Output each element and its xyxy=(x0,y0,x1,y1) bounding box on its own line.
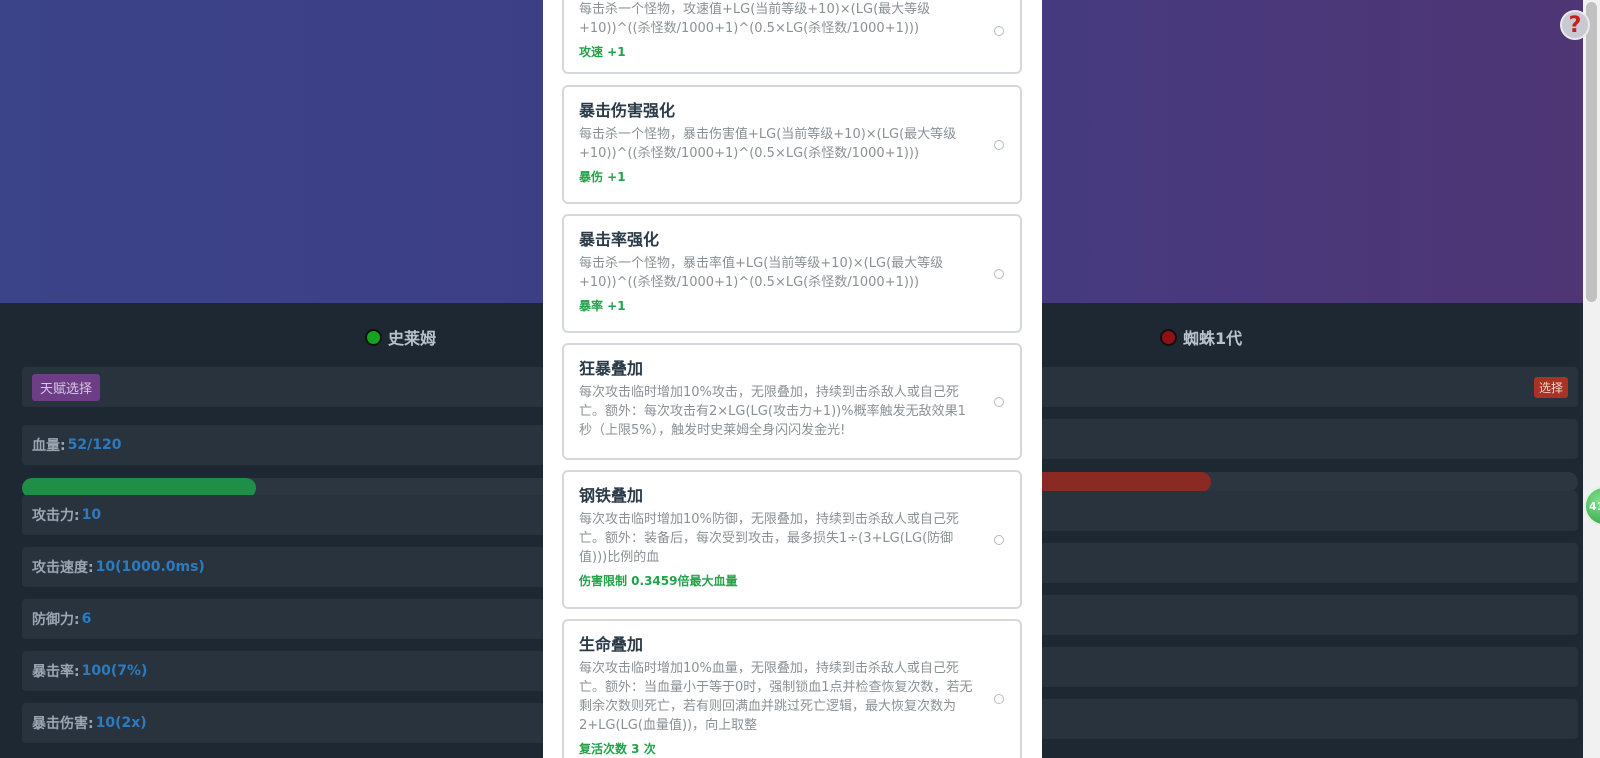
talent-card[interactable]: 暴击率强化每击杀一个怪物，暴击率值+LG(当前等级+10)×(LG(最大等级+1… xyxy=(562,214,1022,333)
talent-card-bonus: 暴伤 +1 xyxy=(579,170,626,184)
stat-value: 10(1000.0ms) xyxy=(95,559,205,575)
talent-card-bonus: 暴率 +1 xyxy=(579,299,626,313)
talent-card-title: 生命叠加 xyxy=(579,635,644,654)
talent-card-description: 每击杀一个怪物，暴击率值+LG(当前等级+10)×(LG(最大等级+10))^(… xyxy=(579,256,944,290)
stat-value: 100(7%) xyxy=(81,663,148,679)
player-stat-row: 暴击率: 100(7%) xyxy=(22,651,562,691)
player-name: 史莱姆 xyxy=(388,329,437,348)
player-status-dot xyxy=(365,328,382,346)
talent-card-radio[interactable] xyxy=(994,268,1004,279)
stat-value: 6 xyxy=(81,611,92,627)
player-stat-row: 暴击伤害: 10(2x) xyxy=(22,703,562,743)
talent-card-radio[interactable] xyxy=(994,26,1004,36)
talent-card-radio[interactable] xyxy=(994,534,1004,545)
talent-card-radio[interactable] xyxy=(994,139,1004,150)
talent-card-description: 每次攻击临时增加10%防御，无限叠加，持续到击杀敌人或自己死亡。额外：装备后，每… xyxy=(579,512,959,565)
enemy-stat-row xyxy=(1030,647,1578,687)
enemy-title: 蜘蛛1代 xyxy=(1160,325,1242,349)
stat-label: 防御力: xyxy=(32,612,80,628)
talent-card-bonus: 伤害限制 0.3459倍最大血量 xyxy=(579,574,738,588)
talent-card-title: 钢铁叠加 xyxy=(579,486,644,505)
enemy-hp-bar-fill xyxy=(1030,472,1211,492)
enemy-stat-row xyxy=(1030,595,1578,635)
talent-card-title: 暴击伤害强化 xyxy=(579,101,676,120)
player-stat-row: 攻击力: 10 xyxy=(22,495,562,535)
talent-card-description: 每击杀一个怪物，攻速值+LG(当前等级+10)×(LG(最大等级+10))^((… xyxy=(579,2,931,36)
page-scrollbar[interactable] xyxy=(1583,0,1600,758)
talent-card-description: 每击杀一个怪物，暴击伤害值+LG(当前等级+10)×(LG(最大等级+10))^… xyxy=(579,127,957,161)
player-hp-label: 血量: xyxy=(32,438,66,454)
stat-value: 10(2x) xyxy=(95,715,147,731)
talent-modal: 每击杀一个怪物，攻速值+LG(当前等级+10)×(LG(最大等级+10))^((… xyxy=(543,0,1042,758)
talent-card-description: 每次攻击临时增加10%血量，无限叠加，持续到击杀敌人或自己死亡。额外：当血量小于… xyxy=(579,661,973,733)
talent-card[interactable]: 每击杀一个怪物，攻速值+LG(当前等级+10)×(LG(最大等级+10))^((… xyxy=(562,0,1022,74)
stat-label: 攻击速度: xyxy=(32,560,94,576)
help-icon[interactable]: ? xyxy=(1560,10,1590,40)
talent-card-description: 每次攻击临时增加10%攻击，无限叠加，持续到击杀敌人或自己死亡。额外：每次攻击有… xyxy=(579,385,966,438)
enemy-hp-bar xyxy=(1030,472,1578,492)
enemy-select-button[interactable]: 选择 xyxy=(1533,377,1568,398)
enemy-stat-row xyxy=(1030,543,1578,583)
talent-card-bonus: 复活次数 3 次 xyxy=(579,742,656,756)
enemy-select-row: 选择 xyxy=(1030,367,1578,407)
talent-card-bonus: 攻速 +1 xyxy=(579,45,626,59)
stat-label: 暴击伤害: xyxy=(32,716,94,732)
player-stat-row: 攻击速度: 10(1000.0ms) xyxy=(22,547,562,587)
stat-value: 10 xyxy=(81,507,102,523)
talent-card-radio[interactable] xyxy=(994,396,1004,407)
talent-card[interactable]: 暴击伤害强化每击杀一个怪物，暴击伤害值+LG(当前等级+10)×(LG(最大等级… xyxy=(562,85,1022,204)
stat-label: 攻击力: xyxy=(32,508,80,524)
stat-label: 暴击率: xyxy=(32,664,80,680)
enemy-status-dot xyxy=(1160,328,1177,346)
enemy-name: 蜘蛛1代 xyxy=(1183,329,1243,348)
player-stat-row: 防御力: 6 xyxy=(22,599,562,639)
talent-card[interactable]: 钢铁叠加每次攻击临时增加10%防御，无限叠加，持续到击杀敌人或自己死亡。额外：装… xyxy=(562,470,1022,609)
enemy-stat-row xyxy=(1030,699,1578,739)
enemy-hp-row xyxy=(1030,419,1578,459)
talent-card[interactable]: 狂暴叠加每次攻击临时增加10%攻击，无限叠加，持续到击杀敌人或自己死亡。额外：每… xyxy=(562,343,1022,460)
player-title: 史莱姆 xyxy=(365,325,436,349)
talent-card-radio[interactable] xyxy=(994,694,1004,704)
talent-card[interactable]: 生命叠加每次攻击临时增加10%血量，无限叠加，持续到击杀敌人或自己死亡。额外：当… xyxy=(562,619,1022,758)
talent-row: 天赋选择 xyxy=(22,367,562,407)
player-hp-value: 52/120 xyxy=(67,437,122,453)
player-hp-row: 血量: 52/120 xyxy=(22,425,562,465)
talent-card-title: 暴击率强化 xyxy=(579,230,660,249)
talent-select-button[interactable]: 天赋选择 xyxy=(32,373,101,401)
talent-card-title: 狂暴叠加 xyxy=(579,359,644,378)
enemy-stat-row xyxy=(1030,491,1578,531)
scrollbar-thumb[interactable] xyxy=(1586,2,1597,302)
